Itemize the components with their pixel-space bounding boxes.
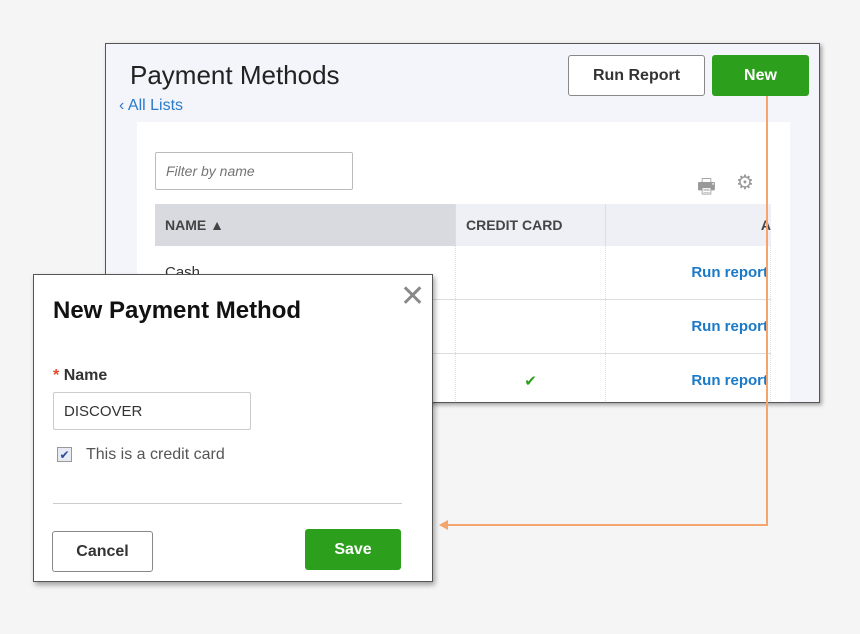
new-payment-method-dialog: New Payment Method ✕ * Name ✔ This is a … (33, 274, 433, 582)
cancel-button[interactable]: Cancel (52, 531, 153, 572)
name-label: * Name (53, 367, 108, 384)
name-input[interactable] (53, 392, 251, 430)
required-marker: * (53, 367, 60, 384)
save-button[interactable]: Save (305, 529, 401, 570)
dialog-title: New Payment Method (53, 297, 302, 324)
close-icon[interactable]: ✕ (400, 279, 425, 314)
divider (53, 503, 402, 504)
credit-card-checkbox[interactable]: ✔ (57, 447, 72, 462)
credit-card-checkbox-label[interactable]: This is a credit card (86, 446, 225, 464)
